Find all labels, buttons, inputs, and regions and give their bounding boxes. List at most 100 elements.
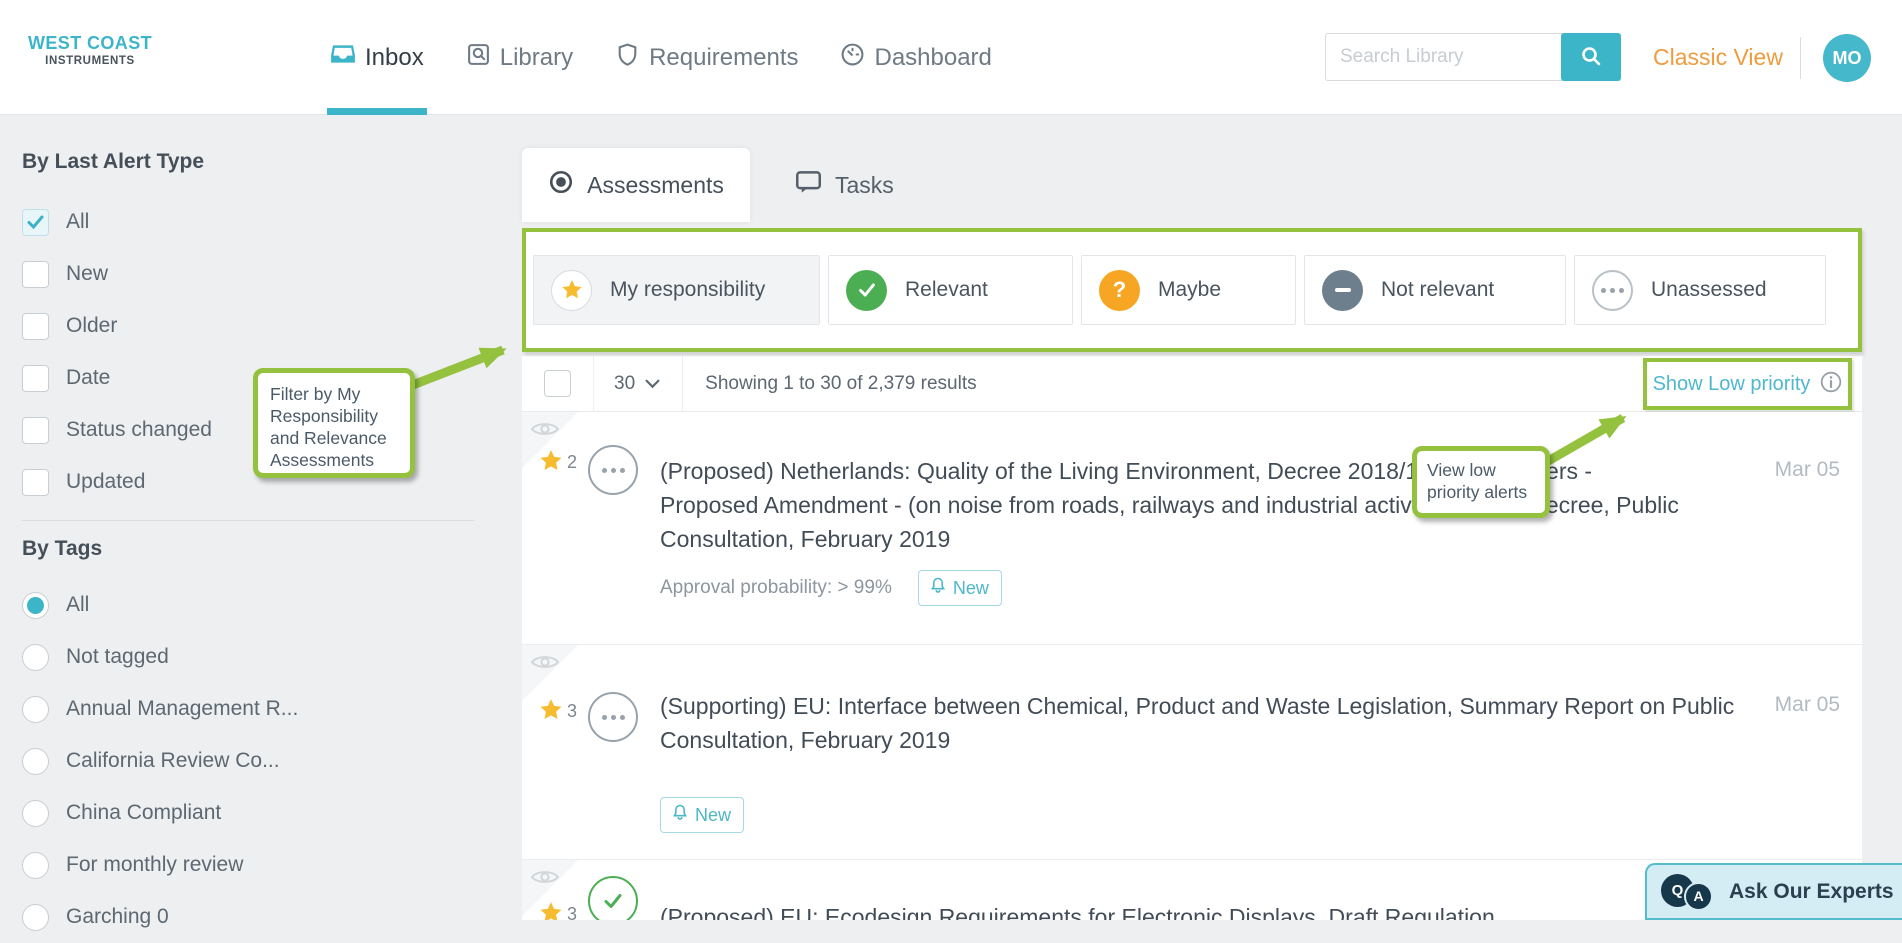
filter-label: Not relevant — [1381, 278, 1494, 302]
result-date: Mar 05 — [1775, 458, 1840, 482]
radio[interactable] — [22, 696, 49, 723]
tag-option-label: California Review Co... — [66, 749, 280, 773]
brand-line2: INSTRUMENTS — [26, 55, 154, 67]
tag-option-china-compliant[interactable]: China Compliant — [22, 787, 477, 839]
radio[interactable] — [22, 904, 49, 931]
inbox-icon — [330, 41, 356, 74]
search-input[interactable] — [1325, 33, 1563, 81]
sidebar-divider — [22, 520, 474, 521]
filters-sidebar: By Last Alert Type All New Older Date St… — [22, 150, 477, 943]
results-count: Showing 1 to 30 of 2,379 results — [705, 373, 976, 395]
eye-icon — [530, 652, 560, 677]
speech-bubble-icon — [795, 170, 822, 201]
assessment-menu-button[interactable] — [588, 692, 638, 742]
dashboard-gauge-icon — [840, 42, 865, 74]
minus-circle-icon — [1322, 270, 1363, 311]
priority-stars: 2 — [538, 448, 577, 479]
main-nav: Inbox Library Requirements Dashboard — [330, 0, 992, 115]
nav-label-requirements: Requirements — [649, 44, 798, 72]
tag-option-garching[interactable]: Garching 0 — [22, 891, 477, 943]
assessment-filterbar-highlight: My responsibility Relevant ? Maybe Not r… — [522, 228, 1862, 352]
tab-tasks[interactable]: Tasks — [795, 170, 894, 201]
shield-icon — [615, 42, 640, 74]
tag-option-monthly-review[interactable]: For monthly review — [22, 839, 477, 891]
star-circle-icon — [551, 270, 592, 311]
tag-option-label: All — [66, 593, 89, 617]
nav-item-dashboard[interactable]: Dashboard — [840, 0, 991, 115]
toolbar-divider — [593, 356, 594, 412]
qa-bubbles-icon: Q A — [1661, 871, 1715, 913]
radio[interactable] — [22, 800, 49, 827]
tag-option-label: For monthly review — [66, 853, 243, 877]
tag-option-california-review[interactable]: California Review Co... — [22, 735, 477, 787]
radio[interactable] — [22, 644, 49, 671]
tab-tasks-label: Tasks — [835, 172, 894, 199]
tab-assessments-label: Assessments — [587, 172, 724, 199]
nav-item-inbox[interactable]: Inbox — [330, 0, 424, 115]
search-button[interactable] — [1561, 33, 1621, 81]
tag-option-all[interactable]: All — [22, 579, 477, 631]
tab-assessments[interactable]: Assessments — [522, 148, 750, 222]
classic-view-link[interactable]: Classic View — [1653, 0, 1783, 115]
filter-my-responsibility[interactable]: My responsibility — [533, 255, 820, 325]
alert-option-label: All — [66, 210, 89, 234]
star-icon — [538, 900, 564, 920]
checkbox[interactable] — [22, 469, 49, 496]
checkbox[interactable] — [22, 365, 49, 392]
alert-option-new[interactable]: New — [22, 248, 477, 300]
checkbox[interactable] — [22, 313, 49, 340]
brand-logo[interactable]: WEST COAST INSTRUMENTS — [26, 33, 154, 67]
filter-label: Maybe — [1158, 278, 1221, 302]
result-meta: New — [660, 797, 744, 833]
question-circle-icon: ? — [1099, 270, 1140, 311]
a-bubble: A — [1684, 882, 1713, 911]
star-count: 3 — [567, 904, 577, 920]
ask-our-experts-widget[interactable]: Q A Ask Our Experts — [1645, 863, 1902, 920]
page-size-dropdown[interactable]: 30 — [614, 373, 660, 395]
priority-stars: 3 — [538, 697, 577, 728]
radio-selected[interactable] — [22, 592, 49, 619]
tags-title: By Tags — [22, 537, 477, 569]
assessment-menu-button[interactable] — [588, 445, 638, 495]
bell-icon — [673, 804, 687, 826]
assessment-relevant-button[interactable] — [588, 876, 638, 920]
select-all-checkbox[interactable] — [544, 370, 571, 397]
filter-not-relevant[interactable]: Not relevant — [1304, 255, 1566, 325]
filter-label: Relevant — [905, 278, 988, 302]
show-low-priority-highlight: Show Low priority — [1643, 358, 1852, 410]
callout-filter-tip: Filter by My Responsibility and Relevanc… — [253, 368, 415, 478]
tag-option-label: China Compliant — [66, 801, 221, 825]
alert-type-title: By Last Alert Type — [22, 150, 477, 182]
tag-option-label: Annual Management R... — [66, 697, 298, 721]
show-low-priority-link[interactable]: Show Low priority — [1653, 373, 1811, 396]
filter-relevant[interactable]: Relevant — [828, 255, 1073, 325]
nav-item-library[interactable]: Library — [466, 0, 573, 115]
priority-stars: 3 — [538, 900, 577, 920]
library-icon — [466, 42, 491, 74]
search-icon — [1579, 44, 1603, 71]
checkbox[interactable] — [22, 417, 49, 444]
approval-probability: Approval probability: > 99% — [660, 577, 892, 599]
checkbox-checked[interactable] — [22, 209, 49, 236]
filter-unassessed[interactable]: Unassessed — [1574, 255, 1826, 325]
result-title[interactable]: (Proposed) EU: Ecodesign Requirements fo… — [660, 900, 1740, 920]
callout-low-priority-tip: View low priority alerts — [1412, 446, 1550, 518]
result-title[interactable]: (Supporting) EU: Interface between Chemi… — [660, 689, 1740, 757]
nav-item-requirements[interactable]: Requirements — [615, 0, 798, 115]
ellipsis-icon — [602, 468, 625, 473]
star-count: 2 — [567, 452, 577, 473]
tag-option-annual-management[interactable]: Annual Management R... — [22, 683, 477, 735]
radio[interactable] — [22, 852, 49, 879]
alert-option-label: Status changed — [66, 418, 212, 442]
result-row-2[interactable]: 3 (Supporting) EU: Interface between Che… — [522, 645, 1862, 860]
radio[interactable] — [22, 748, 49, 775]
info-icon[interactable] — [1820, 371, 1842, 398]
checkbox[interactable] — [22, 261, 49, 288]
result-date: Mar 05 — [1775, 693, 1840, 717]
tags-list: All Not tagged Annual Management R... Ca… — [22, 579, 477, 943]
alert-option-all[interactable]: All — [22, 196, 477, 248]
top-nav: WEST COAST INSTRUMENTS Inbox Library Req… — [0, 0, 1902, 115]
filter-maybe[interactable]: ? Maybe — [1081, 255, 1296, 325]
avatar[interactable]: MO — [1823, 34, 1871, 82]
tag-option-not-tagged[interactable]: Not tagged — [22, 631, 477, 683]
